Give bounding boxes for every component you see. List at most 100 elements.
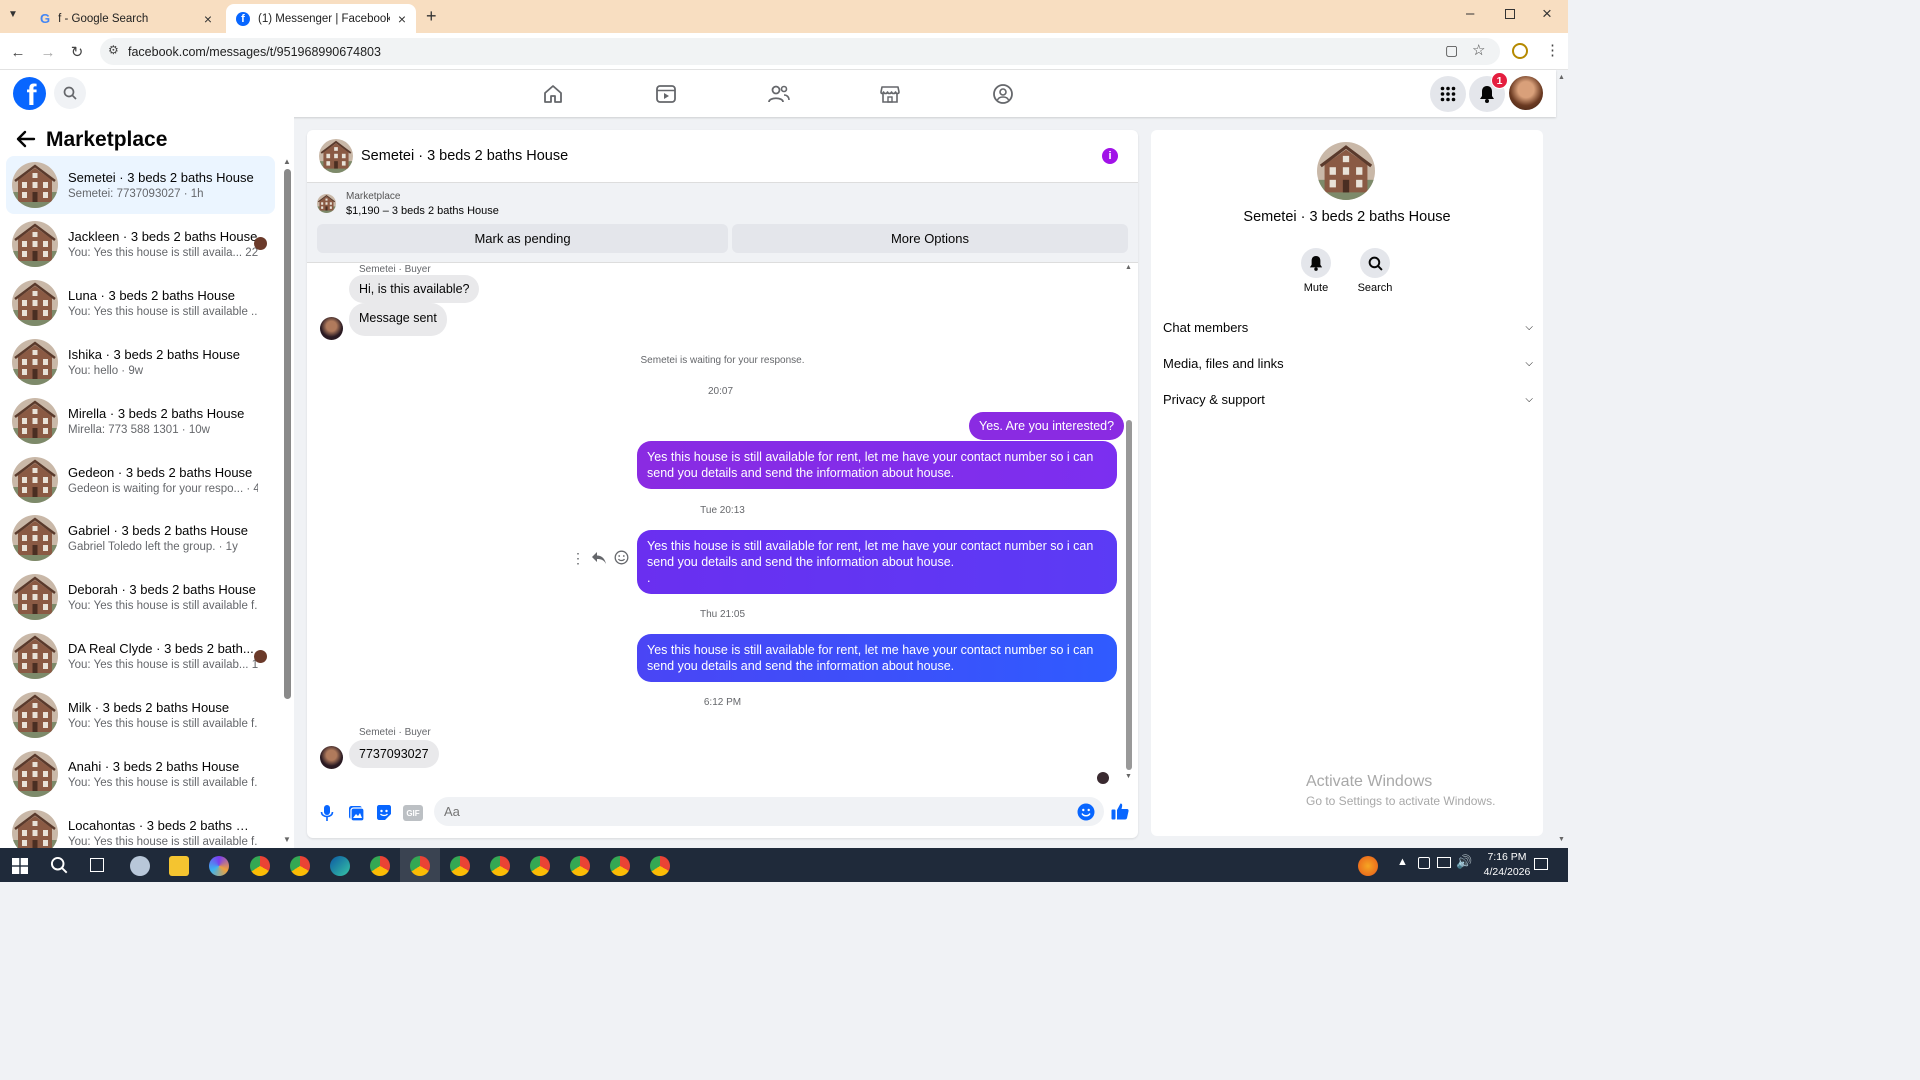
- gaming-icon[interactable]: [990, 81, 1016, 107]
- taskbar-time[interactable]: 7:16 PM: [1480, 851, 1534, 863]
- new-tab-plus-icon[interactable]: +: [426, 6, 437, 27]
- chrome-icon[interactable]: [530, 856, 550, 876]
- reload-icon[interactable]: ↻: [66, 41, 88, 63]
- bookmark-star-icon[interactable]: ☆: [1472, 41, 1485, 59]
- conversation-item[interactable]: Locahontas · 3 beds 2 baths Ho... You: Ye…: [6, 804, 275, 848]
- back-arrow-icon[interactable]: ←: [7, 41, 29, 63]
- taskbar-app-icon[interactable]: [130, 856, 150, 876]
- account-avatar[interactable]: [1509, 76, 1543, 110]
- chat-scrollbar[interactable]: [1126, 420, 1132, 770]
- emoji-icon[interactable]: [1077, 803, 1095, 821]
- mute-bell-icon[interactable]: [1301, 248, 1331, 278]
- chrome-icon[interactable]: [410, 856, 430, 876]
- tray-app-icon[interactable]: [1358, 856, 1378, 876]
- copilot-icon[interactable]: [209, 856, 229, 876]
- profile-icon[interactable]: [1512, 43, 1528, 59]
- chrome-icon[interactable]: [490, 856, 510, 876]
- volume-icon[interactable]: 🔊: [1456, 854, 1472, 870]
- chrome-icon[interactable]: [250, 856, 270, 876]
- close-window-icon[interactable]: ×: [1542, 4, 1552, 24]
- marketplace-icon[interactable]: [877, 81, 903, 107]
- page-scroll-down-icon[interactable]: ▼: [1558, 836, 1565, 843]
- windows-start-icon[interactable]: [12, 858, 28, 874]
- incoming-message[interactable]: 7737093027: [349, 740, 439, 768]
- more-options-button[interactable]: More Options: [732, 224, 1128, 253]
- media-files-links-section[interactable]: Media, files and links ⌵: [1163, 348, 1533, 378]
- chrome-icon[interactable]: [290, 856, 310, 876]
- conversation-item[interactable]: DA Real Clyde · 3 beds 2 bath... You: Yes…: [6, 627, 275, 685]
- incoming-message[interactable]: Message sent: [349, 303, 447, 336]
- microphone-icon[interactable]: [317, 803, 337, 823]
- react-emoji-icon[interactable]: [614, 550, 629, 565]
- listing-price-title[interactable]: $1,190 – 3 beds 2 baths House: [346, 205, 499, 217]
- more-actions-icon[interactable]: ⋮: [571, 550, 585, 567]
- outgoing-message[interactable]: Yes. Are you interested?: [969, 412, 1125, 440]
- file-explorer-icon[interactable]: [169, 856, 189, 876]
- conversation-item[interactable]: Milk · 3 beds 2 baths House You: Yes this…: [6, 686, 275, 744]
- gif-icon[interactable]: GIF: [403, 805, 423, 821]
- photo-attach-icon[interactable]: [346, 803, 366, 823]
- url-omnibox[interactable]: ⚙ facebook.com/messages/t/95196899067480…: [100, 38, 1500, 65]
- minimize-window-icon[interactable]: –: [1466, 5, 1474, 22]
- chrome-icon[interactable]: [650, 856, 670, 876]
- sender-avatar[interactable]: [320, 746, 343, 769]
- video-icon[interactable]: [653, 81, 679, 107]
- search-label[interactable]: Search: [1350, 282, 1400, 294]
- conversation-item[interactable]: Luna · 3 beds 2 baths House You: Yes this…: [6, 274, 275, 332]
- conversation-item[interactable]: Gedeon · 3 beds 2 baths House Gedeon is w…: [6, 451, 275, 509]
- conversation-item[interactable]: Gabriel · 3 beds 2 baths House Gabriel To…: [6, 509, 275, 567]
- privacy-support-section[interactable]: Privacy & support ⌵: [1163, 384, 1533, 414]
- chrome-icon[interactable]: [370, 856, 390, 876]
- close-tab-icon[interactable]: ×: [204, 11, 212, 27]
- edge-icon[interactable]: [330, 856, 350, 876]
- back-arrow-icon[interactable]: [16, 130, 36, 148]
- taskbar-search-icon[interactable]: [50, 856, 68, 874]
- site-settings-icon[interactable]: ⚙: [108, 43, 119, 57]
- message-input[interactable]: [434, 797, 1104, 826]
- conversation-item[interactable]: Semetei · 3 beds 2 baths House Semetei: 7…: [6, 156, 275, 214]
- chat-avatar[interactable]: [319, 139, 353, 173]
- taskbar-date[interactable]: 4/24/2026: [1476, 866, 1538, 878]
- incoming-message[interactable]: Hi, is this available?: [349, 275, 480, 303]
- scroll-down-arrow-icon[interactable]: ▼: [283, 835, 291, 844]
- page-scroll-up-icon[interactable]: ▲: [1558, 74, 1565, 81]
- tab-messenger[interactable]: f (1) Messenger | Facebook ×: [226, 4, 416, 33]
- home-icon[interactable]: [540, 81, 566, 107]
- mark-as-pending-button[interactable]: Mark as pending: [317, 224, 728, 253]
- outgoing-message[interactable]: Yes this house is still available for re…: [637, 441, 1117, 489]
- tab-google-search[interactable]: G f - Google Search ×: [30, 4, 222, 33]
- scroll-up-arrow-icon[interactable]: ▲: [1125, 264, 1132, 271]
- tab-list-chevron-icon[interactable]: ▼: [8, 9, 24, 25]
- listing-thumbnail[interactable]: [317, 194, 336, 213]
- sticker-icon[interactable]: [374, 803, 394, 823]
- friends-icon[interactable]: [766, 81, 792, 107]
- scroll-down-arrow-icon[interactable]: ▼: [1125, 773, 1132, 780]
- conversation-item[interactable]: Jackleen · 3 beds 2 baths House You: Yes …: [6, 215, 275, 273]
- chrome-icon[interactable]: [570, 856, 590, 876]
- outgoing-message[interactable]: Yes this house is still available for re…: [637, 530, 1117, 594]
- notification-center-icon[interactable]: [1534, 858, 1548, 870]
- like-thumbs-up-icon[interactable]: [1110, 801, 1130, 821]
- close-tab-icon[interactable]: ×: [398, 11, 406, 27]
- tray-meet-icon[interactable]: [1418, 857, 1430, 869]
- sidebar-scrollbar[interactable]: [284, 169, 291, 699]
- facebook-logo-icon[interactable]: f: [13, 77, 46, 110]
- network-icon[interactable]: [1437, 857, 1451, 868]
- chat-members-section[interactable]: Chat members ⌵: [1163, 312, 1533, 342]
- details-avatar[interactable]: [1317, 142, 1375, 200]
- restore-window-icon[interactable]: [1505, 9, 1515, 19]
- mute-label[interactable]: Mute: [1291, 282, 1341, 294]
- outgoing-message[interactable]: Yes this house is still available for re…: [637, 634, 1117, 682]
- info-icon[interactable]: i: [1102, 148, 1118, 164]
- chrome-icon[interactable]: [610, 856, 630, 876]
- install-app-icon[interactable]: ▢: [1445, 42, 1458, 59]
- conversation-item[interactable]: Mirella · 3 beds 2 baths House Mirella: 7…: [6, 392, 275, 450]
- sender-avatar[interactable]: [320, 317, 343, 340]
- scroll-up-arrow-icon[interactable]: ▲: [283, 157, 291, 166]
- menu-grid-icon[interactable]: [1430, 76, 1466, 112]
- task-view-icon[interactable]: [90, 858, 104, 872]
- conversation-item[interactable]: Deborah · 3 beds 2 baths House You: Yes t…: [6, 568, 275, 626]
- chat-title[interactable]: Semetei · 3 beds 2 baths House: [361, 148, 568, 164]
- search-icon[interactable]: [1360, 248, 1390, 278]
- chrome-icon[interactable]: [450, 856, 470, 876]
